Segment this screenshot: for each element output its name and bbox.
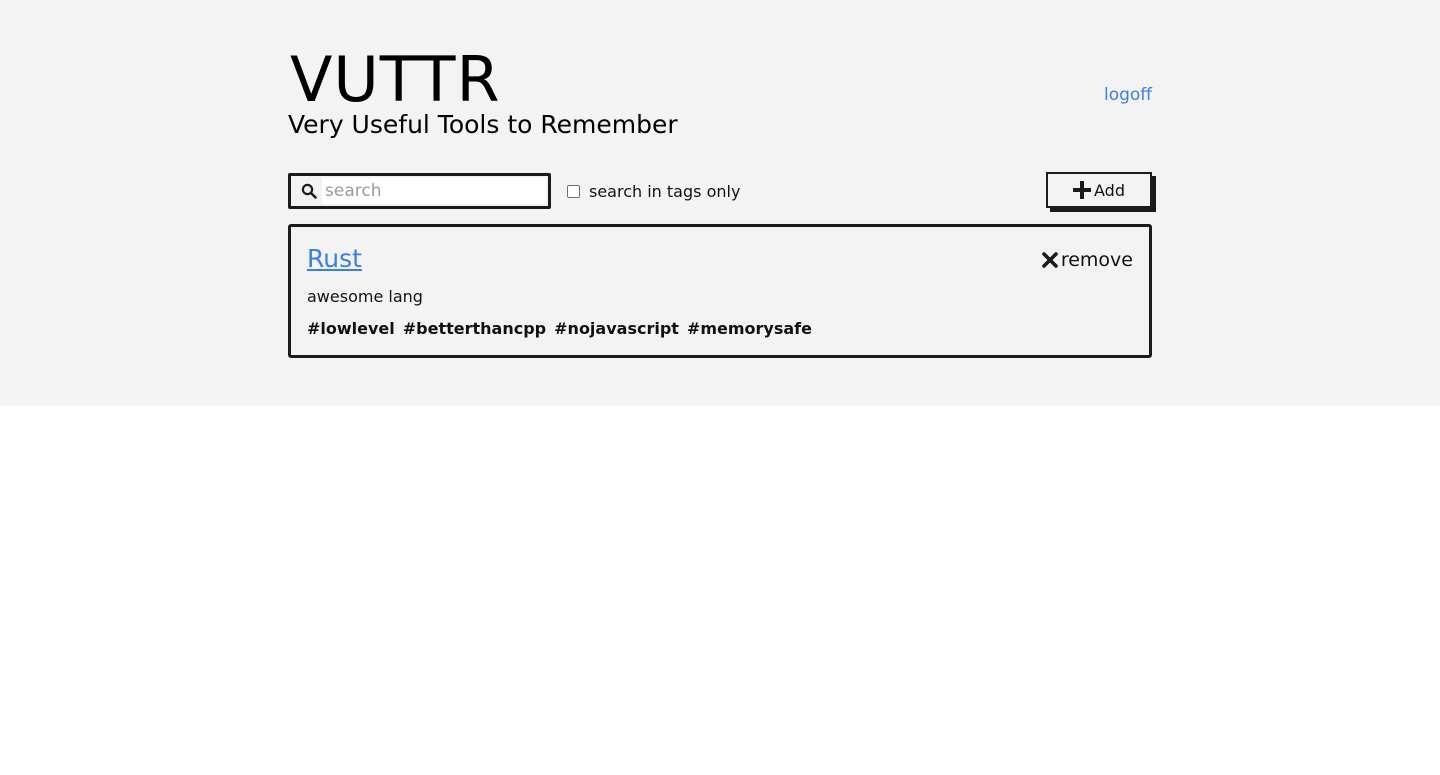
logoff-link[interactable]: logoff bbox=[1104, 84, 1152, 106]
search-icon bbox=[301, 183, 317, 199]
tool-tag: #betterthancpp bbox=[402, 319, 547, 338]
tool-description: awesome lang bbox=[307, 287, 423, 306]
search-box bbox=[288, 173, 551, 209]
app-container: VUTTR Very Useful Tools to Remember logo… bbox=[288, 0, 1152, 406]
app-title: VUTTR bbox=[290, 43, 501, 116]
tool-tag: #memorysafe bbox=[686, 319, 812, 338]
app-subtitle: Very Useful Tools to Remember bbox=[288, 110, 678, 139]
tool-card: Rust remove awesome lang #lowlevel #bett… bbox=[288, 224, 1152, 358]
tags-only-filter[interactable]: search in tags only bbox=[567, 180, 740, 202]
tool-tags: #lowlevel #betterthancpp #nojavascript #… bbox=[307, 318, 812, 340]
tool-name-link[interactable]: Rust bbox=[307, 243, 362, 275]
remove-button-label: remove bbox=[1060, 249, 1133, 271]
remove-tool-button[interactable]: remove bbox=[1042, 249, 1133, 271]
close-icon bbox=[1042, 252, 1058, 268]
tags-only-label: search in tags only bbox=[589, 181, 741, 201]
search-input[interactable] bbox=[322, 178, 546, 204]
tool-tag: #nojavascript bbox=[554, 319, 679, 338]
add-button-label: Add bbox=[1094, 180, 1125, 200]
plus-icon bbox=[1073, 181, 1091, 199]
tags-only-checkbox[interactable] bbox=[567, 184, 580, 198]
add-tool-button[interactable]: Add bbox=[1046, 172, 1152, 208]
tool-tag: #lowlevel bbox=[307, 319, 395, 338]
